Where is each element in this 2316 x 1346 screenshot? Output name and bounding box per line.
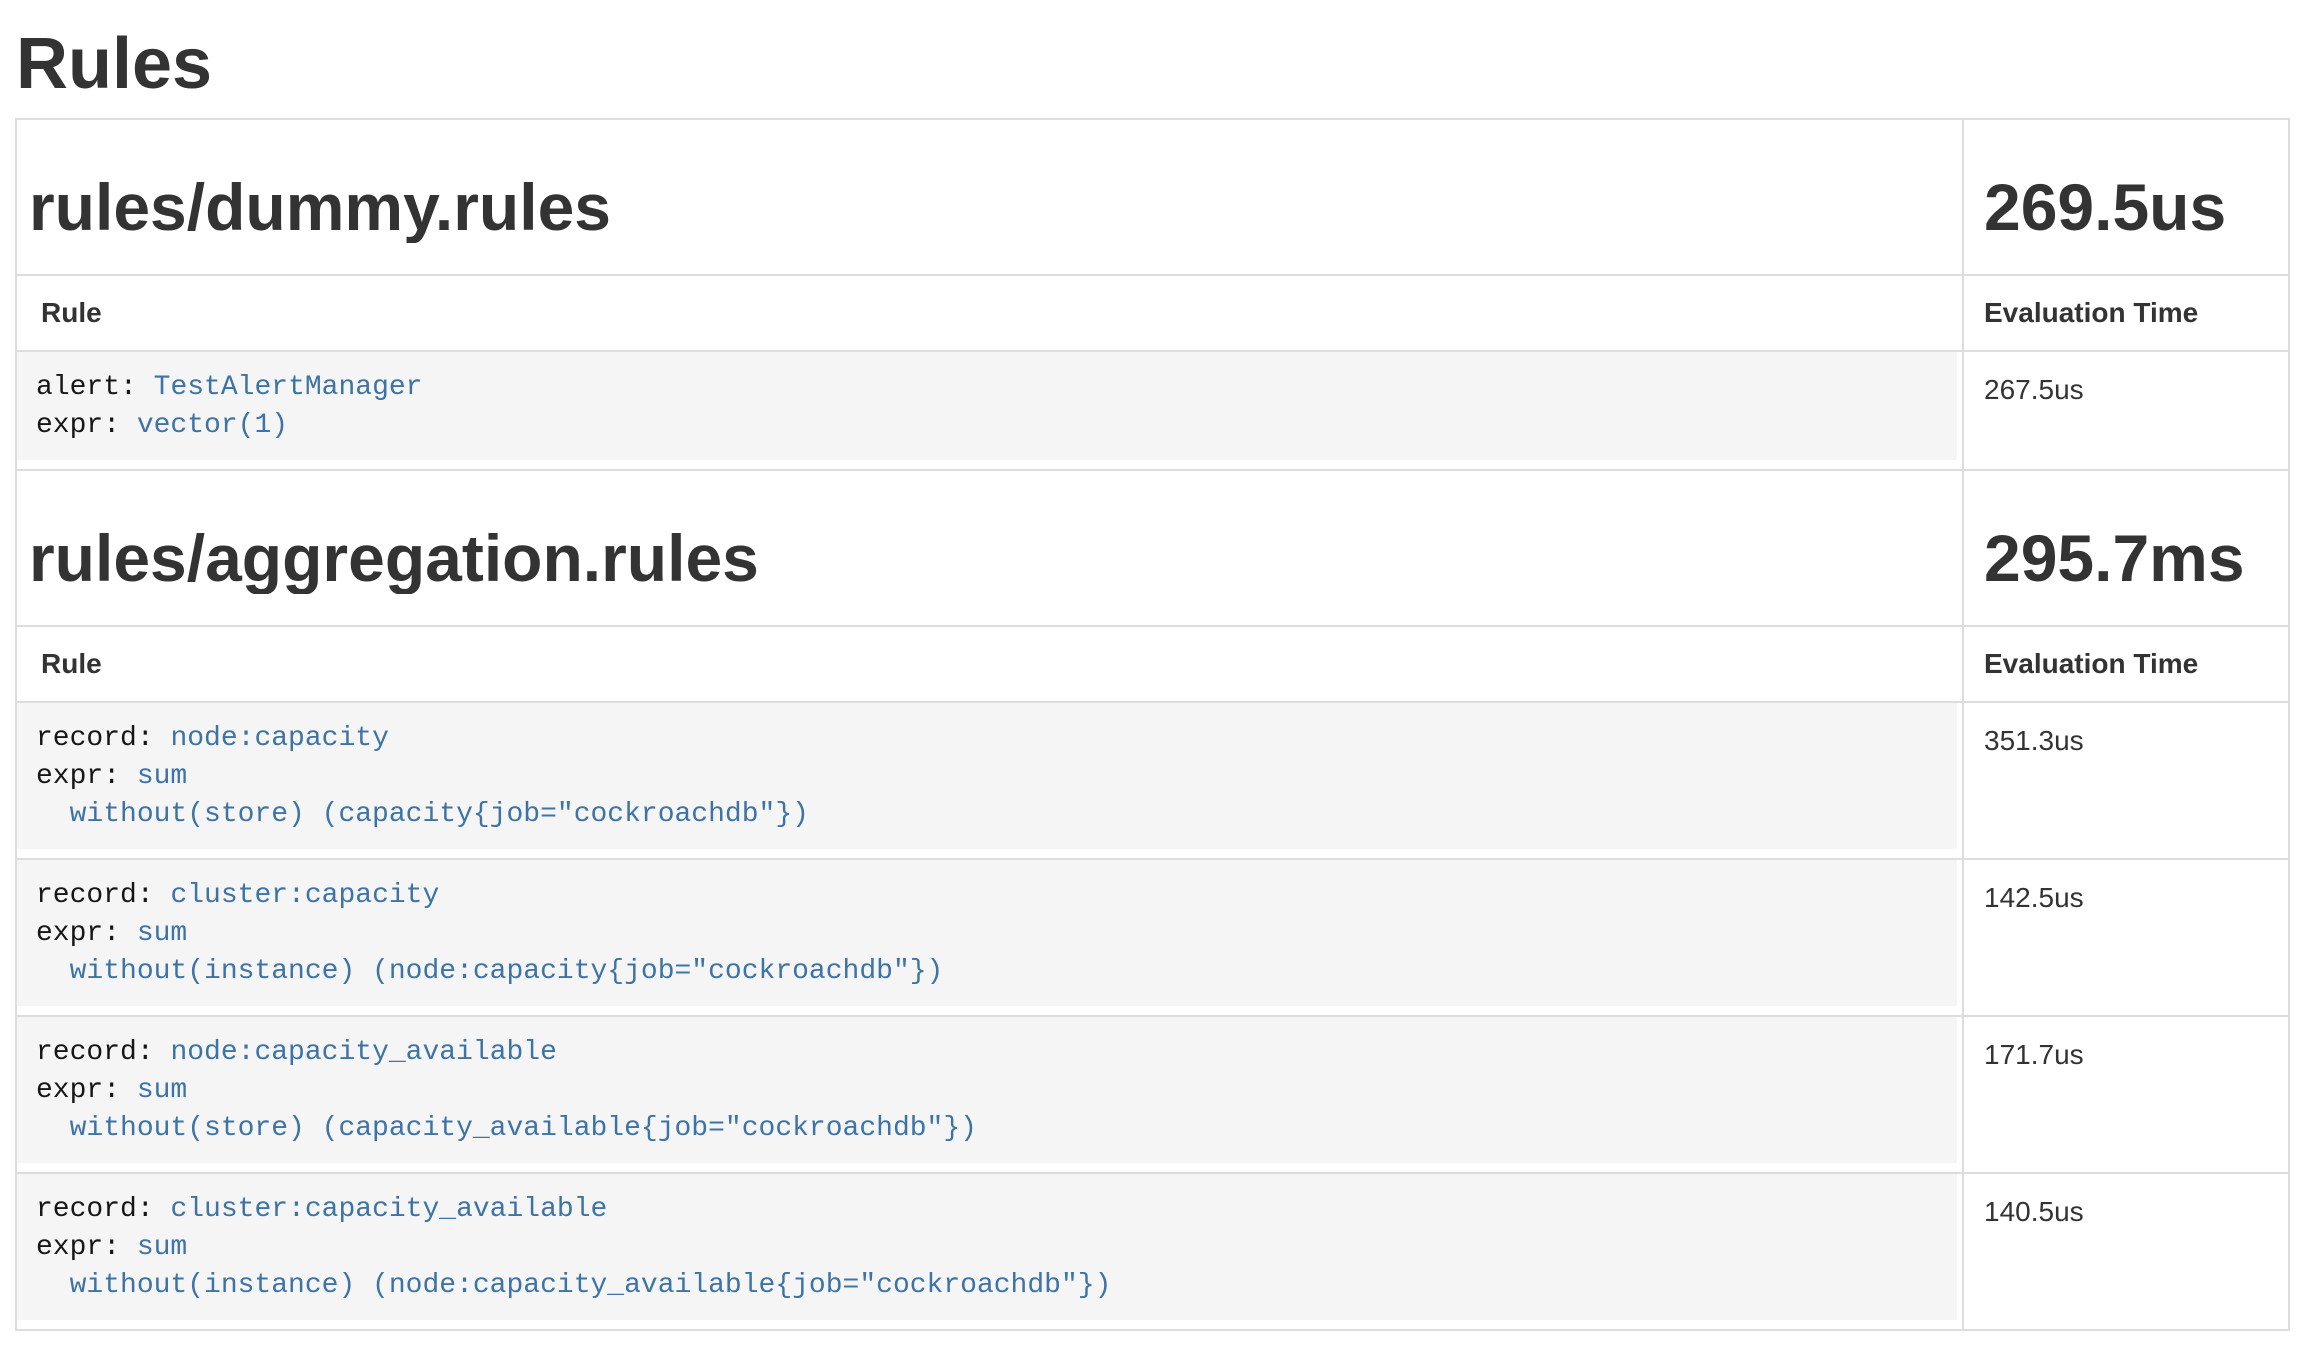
rule-eval-time: 142.5us [1963, 859, 2289, 1016]
rule-keyword: expr: [36, 1075, 120, 1106]
rule-expr-link[interactable]: without(instance) (node:capacity_availab… [36, 1270, 1111, 1301]
rule-cell: alert: TestAlertManager expr: vector(1) [16, 351, 1963, 470]
rule-group-eval-time: 269.5us [1984, 171, 2272, 243]
rule-group-heading-row: rules/aggregation.rules 295.7ms [16, 470, 2289, 626]
rule-eval-time: 171.7us [1963, 1016, 2289, 1173]
rule-group-file: rules/dummy.rules [29, 171, 1946, 243]
rule-expr-link[interactable]: vector(1) [137, 410, 288, 441]
rule-keyword: record: [36, 1037, 154, 1068]
rule-expr-link[interactable]: without(store) (capacity_available{job="… [36, 1113, 977, 1144]
rule-expr-link[interactable]: sum [137, 761, 187, 792]
rule-expr-link[interactable]: sum [137, 1232, 187, 1263]
rule-group-heading-row: rules/dummy.rules 269.5us [16, 119, 2289, 275]
rule-cell: record: node:capacity expr: sum without(… [16, 702, 1963, 859]
rule-name-link[interactable]: node:capacity_available [170, 1037, 556, 1068]
rule-code: record: cluster:capacity expr: sum witho… [17, 860, 1957, 1006]
rule-name-link[interactable]: node:capacity [170, 723, 388, 754]
rule-keyword: expr: [36, 1232, 120, 1263]
rule-expr-link[interactable]: sum [137, 1075, 187, 1106]
rule-expr-link[interactable]: without(instance) (node:capacity{job="co… [36, 956, 943, 987]
rule-column-header: Rule [16, 275, 1963, 351]
rules-table-body: rules/dummy.rules269.5usRuleEvaluation T… [16, 119, 2289, 1330]
columns-header-row: RuleEvaluation Time [16, 626, 2289, 702]
rule-cell: record: node:capacity_available expr: su… [16, 1016, 1963, 1173]
rule-expr-link[interactable]: without(store) (capacity{job="cockroachd… [36, 799, 809, 830]
rule-keyword: record: [36, 1194, 154, 1225]
rule-keyword: expr: [36, 761, 120, 792]
rule-cell: record: cluster:capacity_available expr:… [16, 1173, 1963, 1330]
rule-group-eval-time: 295.7ms [1984, 522, 2272, 594]
rule-group-eval-cell: 269.5us [1963, 119, 2289, 275]
rule-keyword: record: [36, 880, 154, 911]
rule-column-header: Rule [16, 626, 1963, 702]
rule-eval-time: 267.5us [1963, 351, 2289, 470]
rule-name-link[interactable]: cluster:capacity [170, 880, 439, 911]
rule-code: record: node:capacity_available expr: su… [17, 1017, 1957, 1163]
page-container: Rules rules/dummy.rules269.5usRuleEvalua… [0, 24, 2316, 1331]
rule-code: record: cluster:capacity_available expr:… [17, 1174, 1957, 1320]
rule-cell: record: cluster:capacity expr: sum witho… [16, 859, 1963, 1016]
rule-group-eval-cell: 295.7ms [1963, 470, 2289, 626]
rule-row: record: node:capacity_available expr: su… [16, 1016, 2289, 1173]
rule-keyword: alert: [36, 372, 137, 403]
rule-row: alert: TestAlertManager expr: vector(1)2… [16, 351, 2289, 470]
rule-eval-time: 351.3us [1963, 702, 2289, 859]
rule-keyword: record: [36, 723, 154, 754]
rule-eval-time: 140.5us [1963, 1173, 2289, 1330]
eval-time-column-header: Evaluation Time [1963, 275, 2289, 351]
rule-expr-link[interactable]: sum [137, 918, 187, 949]
eval-time-column-header: Evaluation Time [1963, 626, 2289, 702]
rule-row: record: node:capacity expr: sum without(… [16, 702, 2289, 859]
rule-group-name-cell: rules/dummy.rules [16, 119, 1963, 275]
rule-group-name-cell: rules/aggregation.rules [16, 470, 1963, 626]
rule-code: alert: TestAlertManager expr: vector(1) [17, 352, 1957, 460]
rule-name-link[interactable]: TestAlertManager [154, 372, 423, 403]
rule-keyword: expr: [36, 410, 120, 441]
page-title: Rules [16, 24, 2290, 104]
rule-group-file: rules/aggregation.rules [29, 522, 1946, 594]
rules-table: rules/dummy.rules269.5usRuleEvaluation T… [15, 118, 2290, 1331]
rule-code: record: node:capacity expr: sum without(… [17, 703, 1957, 849]
rule-name-link[interactable]: cluster:capacity_available [170, 1194, 607, 1225]
rule-row: record: cluster:capacity_available expr:… [16, 1173, 2289, 1330]
columns-header-row: RuleEvaluation Time [16, 275, 2289, 351]
rule-row: record: cluster:capacity expr: sum witho… [16, 859, 2289, 1016]
rule-keyword: expr: [36, 918, 120, 949]
